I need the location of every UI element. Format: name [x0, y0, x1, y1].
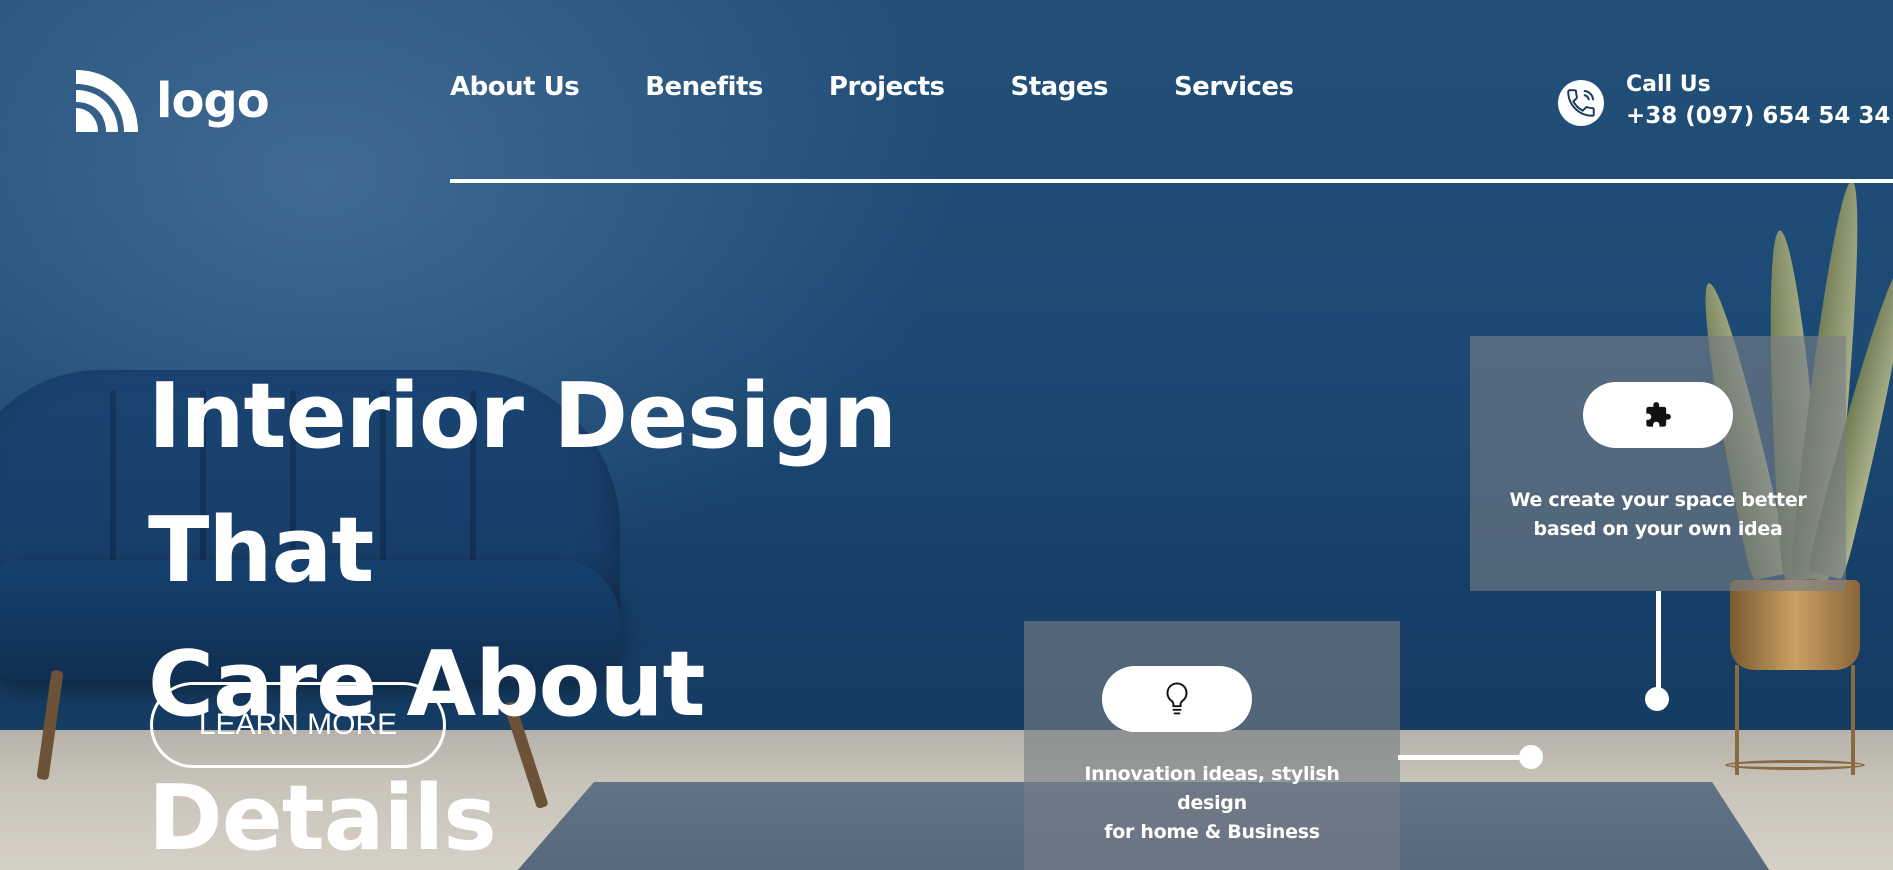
plant-stand — [1735, 665, 1855, 775]
phone-icon — [1558, 79, 1604, 126]
main-nav: About Us Benefits Projects Stages Servic… — [450, 72, 1294, 102]
feature-text-line: based on your own idea — [1533, 518, 1783, 540]
call-title: Call Us — [1626, 72, 1711, 97]
connector-line — [1398, 755, 1538, 760]
feature-text-line: for home & Business — [1104, 821, 1320, 843]
puzzle-icon — [1646, 402, 1671, 427]
connector-dot — [1645, 687, 1669, 711]
nav-services[interactable]: Services — [1174, 72, 1294, 102]
call-us[interactable]: Call Us +38 (097) 654 54 34 — [1558, 72, 1890, 129]
headline-line-1: Interior Design That — [148, 364, 897, 603]
call-info: Call Us +38 (097) 654 54 34 — [1626, 72, 1890, 129]
learn-more-button[interactable]: LEARN MORE — [150, 682, 446, 768]
logo-icon — [76, 70, 138, 132]
logo-text: logo — [156, 73, 270, 129]
plant-pot — [1730, 580, 1860, 670]
hero-headline: Interior Design That Care About Details — [148, 350, 1048, 870]
nav-about-us[interactable]: About Us — [450, 72, 580, 102]
connector-line — [1656, 591, 1661, 697]
feature-text-idea: We create your space better based on you… — [1510, 486, 1807, 544]
feature-text-line: Innovation ideas, stylish — [1084, 763, 1340, 785]
feature-text-line: design — [1177, 792, 1247, 814]
feature-text-line: We create your space better — [1509, 489, 1807, 511]
nav-projects[interactable]: Projects — [829, 72, 945, 102]
feature-card-innovation: Innovation ideas, stylish design for hom… — [1024, 621, 1400, 870]
nav-benefits[interactable]: Benefits — [645, 72, 763, 102]
feature-text-innovation: Innovation ideas, stylish design for hom… — [1084, 760, 1340, 847]
connector-dot — [1519, 745, 1543, 769]
feature-pill-puzzle — [1583, 382, 1733, 448]
nav-stages[interactable]: Stages — [1011, 72, 1109, 102]
call-phone-number[interactable]: +38 (097) 654 54 34 — [1626, 103, 1890, 129]
feature-card-idea: We create your space better based on you… — [1470, 336, 1846, 591]
logo[interactable]: logo — [74, 68, 270, 134]
lightbulb-icon — [1166, 682, 1188, 715]
plant-stand-base — [1725, 760, 1865, 770]
feature-pill-lightbulb — [1102, 666, 1252, 732]
nav-divider — [450, 179, 1893, 183]
